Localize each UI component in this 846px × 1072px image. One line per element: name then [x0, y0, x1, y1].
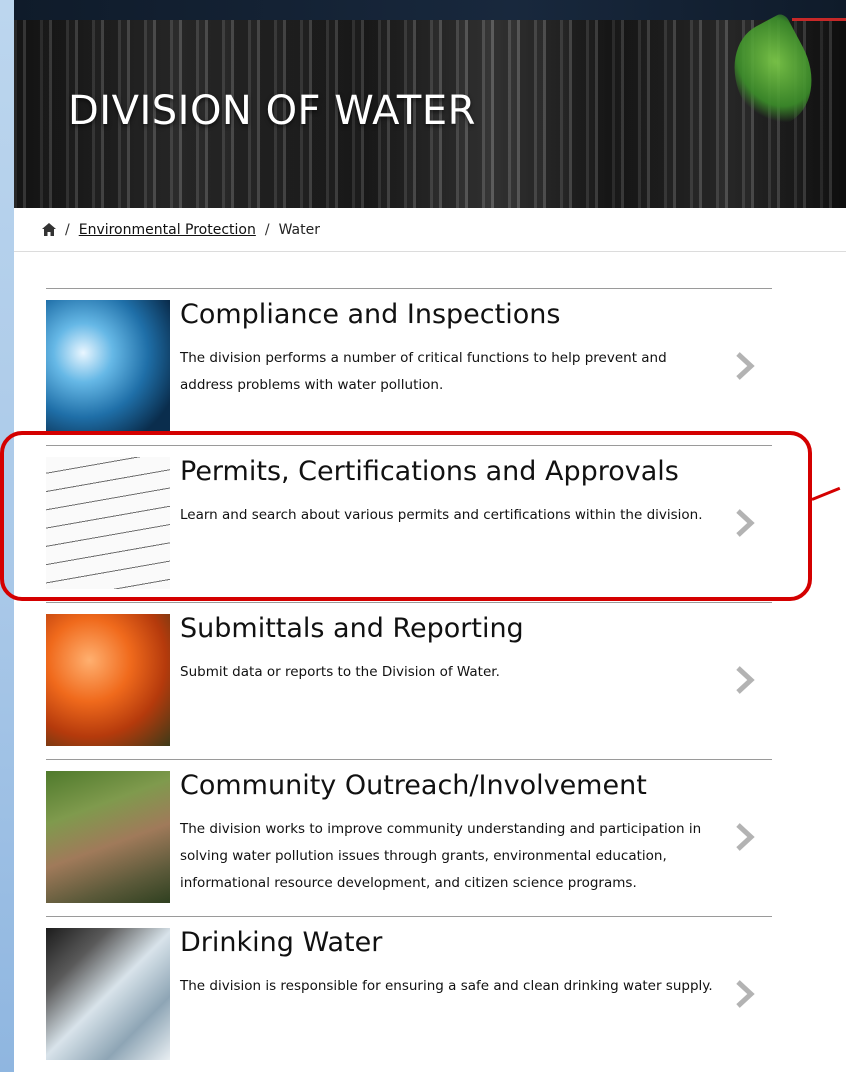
chevron-right-icon[interactable]: [734, 351, 756, 381]
list-item-compliance[interactable]: Compliance and Inspections The division …: [46, 288, 772, 449]
submittals-thumbnail: [46, 614, 170, 746]
community-thumbnail: [46, 771, 170, 903]
permits-thumbnail: [46, 457, 170, 589]
list-item-drinking-water[interactable]: Drinking Water The division is responsib…: [46, 916, 772, 1072]
item-description: The division is responsible for ensuring…: [180, 978, 713, 994]
item-title[interactable]: Submittals and Reporting: [180, 613, 524, 644]
breadcrumb-separator: /: [264, 221, 270, 238]
drinking-water-thumbnail: [46, 928, 170, 1060]
hero-leaf-image: [715, 11, 831, 137]
breadcrumb: / Environmental Protection / Water: [14, 208, 846, 252]
list-item-submittals[interactable]: Submittals and Reporting Submit data or …: [46, 602, 772, 763]
breadcrumb-link-environmental-protection[interactable]: Environmental Protection: [79, 222, 256, 238]
chevron-right-icon[interactable]: [734, 665, 756, 695]
compliance-thumbnail: [46, 300, 170, 432]
chevron-right-icon[interactable]: [734, 822, 756, 852]
page: DIVISION OF WATER / Environmental Protec…: [14, 0, 846, 1072]
chevron-right-icon[interactable]: [734, 979, 756, 1009]
item-description: The division performs a number of critic…: [180, 350, 667, 393]
item-description: Submit data or reports to the Division o…: [180, 664, 500, 680]
top-bar: [14, 0, 846, 21]
home-icon[interactable]: [42, 223, 56, 236]
breadcrumb-separator: /: [65, 221, 70, 238]
top-bar-accent: [792, 18, 846, 21]
item-description: The division works to improve community …: [180, 821, 702, 891]
item-title[interactable]: Compliance and Inspections: [180, 299, 560, 330]
list-item-community[interactable]: Community Outreach/Involvement The divis…: [46, 759, 772, 920]
list-item-permits[interactable]: Permits, Certifications and Approvals Le…: [46, 445, 772, 606]
breadcrumb-current: Water: [278, 221, 320, 238]
item-title[interactable]: Permits, Certifications and Approvals: [180, 456, 679, 487]
item-title[interactable]: Drinking Water: [180, 927, 382, 958]
item-description: Learn and search about various permits a…: [180, 507, 703, 523]
item-title[interactable]: Community Outreach/Involvement: [180, 770, 647, 801]
page-title: DIVISION OF WATER: [68, 88, 476, 134]
chevron-right-icon[interactable]: [734, 508, 756, 538]
hero-banner: DIVISION OF WATER: [14, 0, 846, 208]
